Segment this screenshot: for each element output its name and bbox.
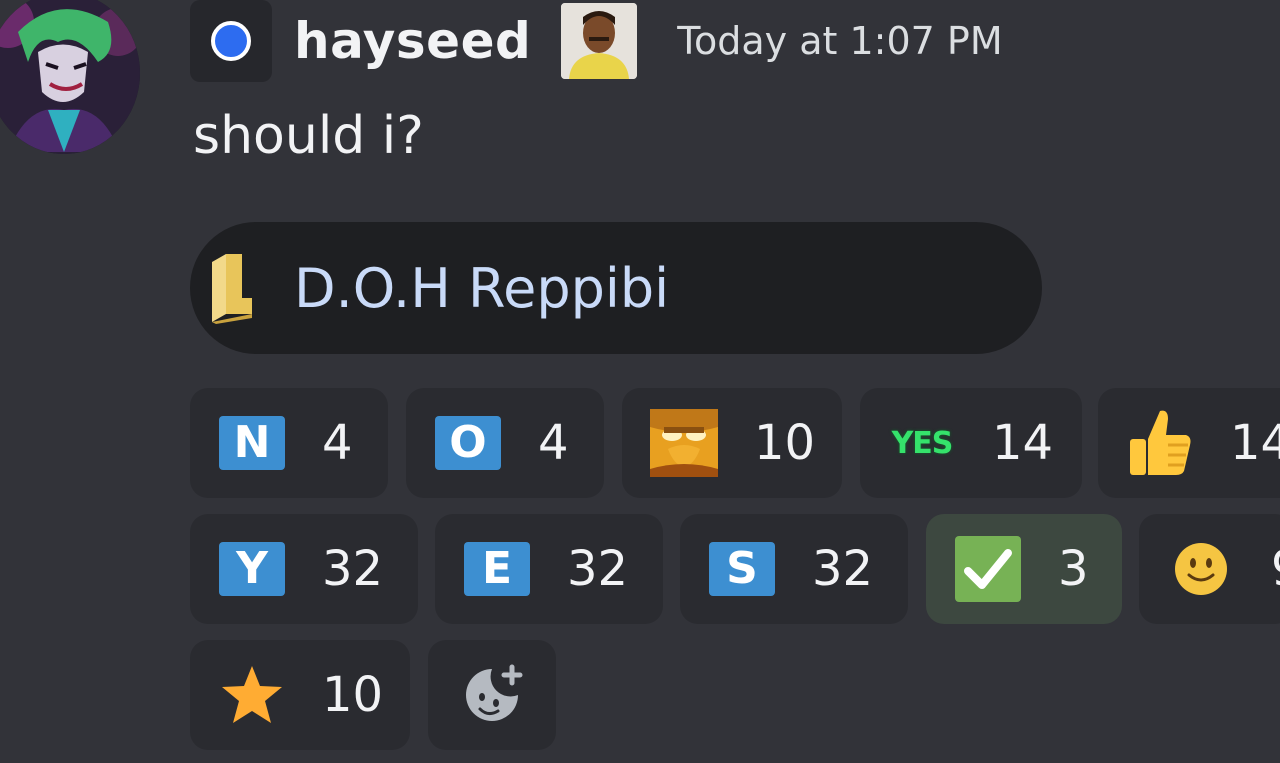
message-timestamp[interactable]: Today at 1:07 PM (677, 19, 1002, 63)
status-indicator (190, 0, 272, 82)
check-mark-icon (954, 536, 1022, 602)
reaction-count: 32 (812, 541, 874, 597)
reaction-count: 9 (1271, 541, 1280, 597)
custom-yes-text-icon: YES (891, 425, 954, 461)
reaction-y[interactable]: Y 32 (190, 514, 418, 624)
reaction-bird[interactable]: 10 (622, 388, 842, 498)
message-content: should i? (193, 106, 424, 166)
folder-icon (212, 254, 252, 324)
add-reaction-icon (466, 664, 523, 721)
regional-indicator-n-icon: N (218, 415, 286, 471)
reaction-count: 4 (538, 415, 569, 471)
username[interactable]: hayseed (294, 12, 531, 70)
regional-indicator-y-icon: Y (218, 541, 286, 597)
user-avatar[interactable] (0, 0, 140, 154)
reaction-star[interactable]: 10 (190, 640, 410, 750)
reaction-o[interactable]: O 4 (406, 388, 604, 498)
channel-name: D.O.H Reppibi (294, 256, 670, 320)
status-dot-icon (211, 21, 251, 61)
reaction-check-mark[interactable]: 3 (926, 514, 1122, 624)
custom-bird-face-icon (650, 409, 718, 477)
reaction-e[interactable]: E 32 (435, 514, 663, 624)
reaction-smiling-face[interactable]: 9 (1139, 514, 1280, 624)
reaction-count: 10 (754, 415, 816, 471)
message-header: hayseed Today at 1:07 PM (190, 0, 1003, 82)
regional-indicator-o-icon: O (434, 415, 502, 471)
star-icon (218, 666, 286, 723)
reaction-count: 14 (1230, 415, 1280, 471)
reaction-count: 4 (322, 415, 353, 471)
reaction-yes[interactable]: YES 14 (860, 388, 1082, 498)
reaction-count: 3 (1058, 541, 1089, 597)
regional-indicator-e-icon: E (463, 541, 531, 597)
regional-indicator-s-icon: S (708, 541, 776, 597)
reaction-n[interactable]: N 4 (190, 388, 388, 498)
role-icon[interactable] (561, 3, 638, 79)
add-reaction-button[interactable] (428, 640, 556, 750)
reaction-count: 32 (322, 541, 384, 597)
reaction-s[interactable]: S 32 (680, 514, 908, 624)
thumbs-up-icon (1126, 410, 1194, 475)
reaction-count: 32 (567, 541, 629, 597)
channel-link[interactable]: D.O.H Reppibi (190, 222, 1042, 354)
smiling-face-icon (1167, 541, 1235, 597)
reaction-count: 14 (992, 415, 1054, 471)
reaction-thumbs-up[interactable]: 14 (1098, 388, 1280, 498)
reaction-count: 10 (322, 667, 384, 723)
